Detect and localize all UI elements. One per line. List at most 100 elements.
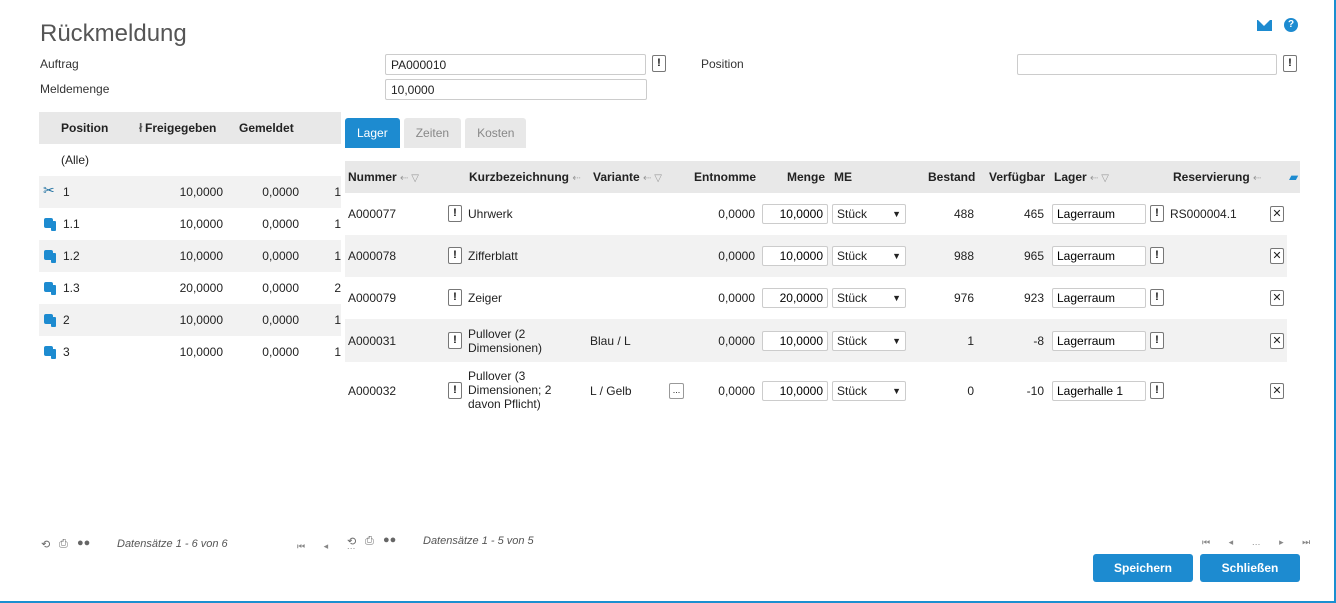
col-variante[interactable]: Variante ⇠ ▽	[593, 170, 662, 184]
entnomme-cell: 0,0000	[718, 249, 755, 263]
nummer-lookup-button[interactable]: !	[448, 289, 462, 306]
me-select[interactable]: Stück ▼	[832, 381, 906, 401]
col-kurzbezeichnung[interactable]: Kurzbezeichnung ⇠	[469, 170, 581, 184]
list-item[interactable]: 2 10,0000 0,0000 1	[39, 304, 341, 336]
lager-input[interactable]	[1052, 204, 1146, 224]
export-icon[interactable]: ▰	[1289, 170, 1298, 184]
col-menge[interactable]: Menge	[787, 170, 825, 184]
lager-lookup-button[interactable]: !	[1150, 332, 1164, 349]
tab-lager[interactable]: Lager	[345, 118, 400, 148]
col-position[interactable]: Position	[39, 121, 139, 135]
lager-lookup-button[interactable]: !	[1150, 247, 1164, 264]
auftrag-label: Auftrag	[40, 57, 79, 71]
table-row[interactable]: A000031! Pullover (2 Dimensionen) Blau / L…	[345, 319, 1287, 362]
table-row[interactable]: A000032! Pullover (3 Dimensionen; 2 davon…	[345, 362, 1287, 420]
table-row[interactable]: A000079! Zeiger 0,0000 Stück ▼ 976 923! ✕	[345, 277, 1287, 319]
nummer-cell: A000032	[348, 384, 397, 398]
lager-lookup-button[interactable]: !	[1150, 382, 1164, 399]
list-item-all[interactable]: (Alle)	[39, 144, 341, 176]
right-grid-pager[interactable]: ⏮ ◂ … ▸ ⏭	[1202, 537, 1318, 548]
me-select[interactable]: Stück ▼	[832, 246, 906, 266]
table-row[interactable]: A000078! Zifferblatt 0,0000 Stück ▼ 988 965! ✕	[345, 235, 1287, 277]
col-freigegeben[interactable]: Freigegeben	[145, 121, 239, 135]
meldemenge-input[interactable]	[385, 79, 647, 100]
extra-cell: 1	[334, 313, 341, 327]
position-number: 1.3	[63, 281, 80, 295]
mail-icon[interactable]	[1257, 19, 1272, 31]
verfuegbar-cell: -10	[1026, 384, 1044, 398]
nummer-lookup-button[interactable]: !	[448, 205, 462, 222]
close-button[interactable]: Schließen	[1200, 554, 1300, 582]
print-icon[interactable]: ⎙	[59, 538, 68, 551]
me-select[interactable]: Stück ▼	[832, 331, 906, 351]
print-icon[interactable]: ⎙	[365, 535, 374, 548]
lager-input[interactable]	[1052, 381, 1146, 401]
auftrag-lookup-button[interactable]: !	[652, 55, 666, 72]
list-item[interactable]: 1.1 10,0000 0,0000 1	[39, 208, 341, 240]
list-item[interactable]: 1.3 20,0000 0,0000 2	[39, 272, 341, 304]
lager-input[interactable]	[1052, 331, 1146, 351]
save-button[interactable]: Speichern	[1093, 554, 1193, 582]
bestand-cell: 976	[953, 291, 974, 305]
menge-input[interactable]	[762, 331, 828, 351]
col-verfuegbar[interactable]: Verfügbar	[989, 170, 1045, 184]
position-input[interactable]	[1017, 54, 1277, 75]
menge-input[interactable]	[762, 246, 828, 266]
nummer-cell: A000031	[348, 334, 397, 348]
nummer-cell: A000077	[348, 207, 397, 221]
entnomme-cell: 0,0000	[718, 384, 755, 398]
list-item[interactable]: 1.2 10,0000 0,0000 1	[39, 240, 341, 272]
lager-lookup-button[interactable]: !	[1150, 205, 1164, 222]
delete-row-button[interactable]: ✕	[1270, 248, 1284, 264]
lager-lookup-button[interactable]: !	[1150, 289, 1164, 306]
menge-input[interactable]	[762, 381, 828, 401]
tab-zeiten[interactable]: Zeiten	[403, 118, 462, 148]
gemeldet-cell: 0,0000	[262, 249, 299, 263]
menge-input[interactable]	[762, 204, 828, 224]
me-select[interactable]: Stück ▼	[832, 288, 906, 308]
position-cell: 1	[39, 182, 139, 199]
tab-kosten[interactable]: Kosten	[465, 118, 527, 148]
kurzbezeichnung-cell: Zeiger	[468, 291, 503, 305]
col-gemeldet[interactable]: Gemeldet	[239, 121, 319, 135]
lager-input[interactable]	[1052, 288, 1146, 308]
delete-row-button[interactable]: ✕	[1270, 290, 1284, 306]
col-bestand[interactable]: Bestand	[928, 170, 975, 184]
nummer-lookup-button[interactable]: !	[448, 247, 462, 264]
lager-input[interactable]	[1052, 246, 1146, 266]
position-grid: Position ł Freigegeben Gemeldet (Alle) 1…	[39, 112, 341, 368]
auftrag-input[interactable]	[385, 54, 646, 75]
me-value: Stück	[837, 291, 868, 305]
col-reservierung[interactable]: Reservierung ⇠	[1173, 170, 1261, 184]
variante-cell: Blau / L	[590, 334, 631, 348]
refresh-icon[interactable]: ⟲	[41, 538, 50, 551]
me-value: Stück	[837, 384, 868, 398]
delete-row-button[interactable]: ✕	[1270, 383, 1284, 399]
variante-more-button[interactable]: ...	[669, 383, 684, 399]
material-grid-header: Nummer ⇠ ▽ Kurzbezeichnung ⇠ Variante ⇠ …	[345, 161, 1300, 193]
col-entnomme[interactable]: Entnomme	[694, 170, 756, 184]
delete-row-button[interactable]: ✕	[1270, 206, 1284, 222]
col-me[interactable]: ME	[834, 170, 852, 184]
verfuegbar-cell: 465	[1023, 207, 1044, 221]
list-item[interactable]: 3 10,0000 0,0000 1	[39, 336, 341, 368]
delete-row-button[interactable]: ✕	[1270, 333, 1284, 349]
col-nummer[interactable]: Nummer ⇠ ▽	[348, 170, 419, 184]
menge-input[interactable]	[762, 288, 828, 308]
nummer-cell: A000078	[348, 249, 397, 263]
settings-icon[interactable]: ●●	[383, 534, 396, 546]
col-lager[interactable]: Lager ⇠ ▽	[1054, 170, 1109, 184]
me-value: Stück	[837, 249, 868, 263]
me-select[interactable]: Stück ▼	[832, 204, 906, 224]
help-icon[interactable]: ?	[1284, 18, 1298, 32]
list-item[interactable]: 1 10,0000 0,0000 1	[39, 176, 341, 208]
position-lookup-button[interactable]: !	[1283, 55, 1297, 72]
nummer-lookup-button[interactable]: !	[448, 332, 462, 349]
bestand-cell: 488	[953, 207, 974, 221]
me-value: Stück	[837, 334, 868, 348]
variante-cell: L / Gelb	[590, 384, 632, 398]
table-row[interactable]: A000077! Uhrwerk 0,0000 Stück ▼ 488 465! RS0000…	[345, 193, 1287, 235]
nummer-lookup-button[interactable]: !	[448, 382, 462, 399]
settings-icon[interactable]: ●●	[77, 537, 90, 549]
refresh-icon[interactable]: ⟲	[347, 535, 356, 548]
